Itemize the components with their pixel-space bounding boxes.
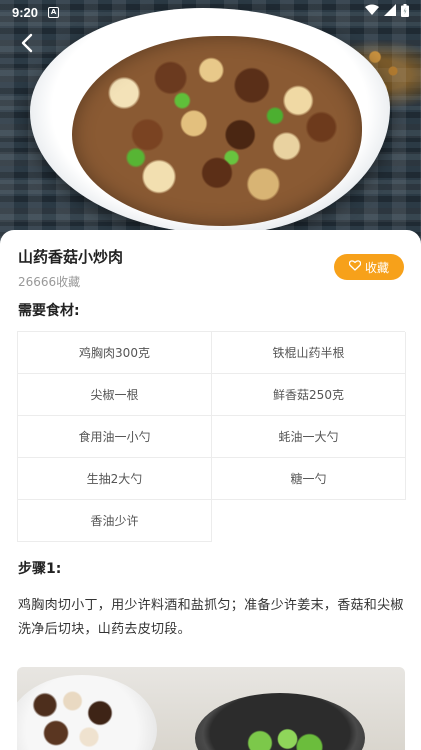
ingredient-cell: 尖椒一根 — [18, 374, 212, 416]
chevron-left-icon — [20, 33, 34, 57]
ingredient-cell-empty — [212, 500, 406, 542]
heart-outline-icon — [348, 260, 362, 274]
ingredients-table: 鸡胸肉300克 铁棍山药半根 尖椒一根 鲜香菇250克 食用油一小勺 蚝油一大勺… — [17, 331, 406, 542]
step-image — [17, 667, 405, 750]
status-bar: 9:20 A — [0, 0, 421, 24]
stir-fry-dish — [72, 36, 362, 226]
sliced-mushrooms — [23, 681, 133, 750]
recipe-detail-sheet: 山药香菇小炒肉 26666收藏 收藏 需要食材: 鸡胸肉300克 铁棍山药半根 … — [0, 230, 421, 750]
ingredient-cell: 鸡胸肉300克 — [18, 332, 212, 374]
favorite-button[interactable]: 收藏 — [334, 254, 404, 280]
ingredient-cell: 蚝油一大勺 — [212, 416, 406, 458]
step-description: 鸡胸肉切小丁，用少许料酒和盐抓匀；准备少许姜末，香菇和尖椒洗净后切块，山药去皮切… — [18, 598, 404, 637]
recipe-hero-image — [0, 0, 421, 250]
favorite-button-label: 收藏 — [364, 260, 389, 275]
cell-signal-icon — [384, 4, 396, 20]
recipe-title: 山药香菇小炒肉 — [18, 248, 124, 266]
ingredient-cell: 香油少许 — [18, 500, 212, 542]
ingredient-cell: 生抽2大勺 — [18, 458, 212, 500]
notification-icon: A — [48, 6, 60, 18]
ingredient-cell: 铁棍山药半根 — [212, 332, 406, 374]
back-button[interactable] — [12, 30, 42, 60]
step-heading: 步骤1: — [18, 561, 62, 577]
status-time: 9:20 — [12, 4, 39, 20]
wifi-icon — [365, 4, 379, 20]
ingredient-cell: 食用油一小勺 — [18, 416, 212, 458]
favorite-count: 26666收藏 — [18, 275, 81, 289]
ingredients-heading: 需要食材: — [18, 303, 80, 319]
ingredient-cell: 糖一勺 — [212, 458, 406, 500]
battery-icon — [401, 3, 409, 21]
status-icons — [365, 3, 409, 21]
ingredient-cell: 鲜香菇250克 — [212, 374, 406, 416]
